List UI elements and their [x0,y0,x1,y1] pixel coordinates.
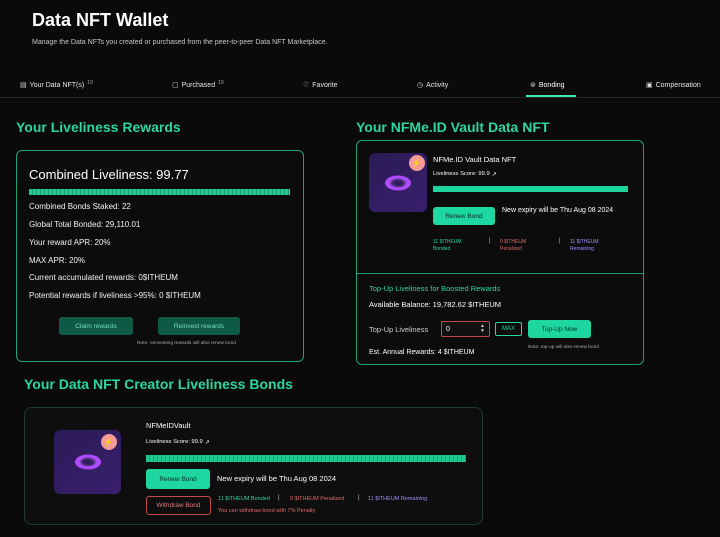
tab-bonding[interactable]: ⊚ Bonding [530,81,565,90]
topup-input-value: 0 [446,325,450,333]
vault-expiry: New expiry will be Thu Aug 08 2024 [502,207,614,214]
tab-favorite[interactable]: ♡ Favorite [303,81,338,90]
reward-line: Your reward APR: 20% [29,238,111,247]
vault-heading: Your NFMe.ID Vault Data NFT [356,119,550,135]
combined-progress-track [29,189,291,195]
creator-heading: Your Data NFT Creator Liveliness Bonds [24,376,293,392]
topup-now-button[interactable]: Top-Up Now [528,320,591,338]
topup-input[interactable]: 0 ▲ ▼ [441,321,490,337]
remaining-label: Remaining [570,246,594,252]
vault-nft-image: ⚡ [369,153,427,212]
lightning-icon: ⚡ [101,434,117,450]
tab-label: Your Data NFT(s) [29,81,85,89]
vault-score: Liveliness Score: 99.9 ↗ [433,171,497,178]
heart-icon: ♡ [303,82,310,89]
bonded-label: Bonded [433,246,451,252]
rewards-heading: Your Liveliness Rewards [16,119,181,135]
tab-compensation[interactable]: ▣ Compensation [646,81,701,90]
creator-penalized: 0 $ITHEUM Penalized [290,496,345,502]
separator: | [358,495,360,501]
penalized-label: Penalized [500,246,522,252]
creator-bonded: 11 $ITHEUM Bonded [218,496,270,502]
combined-liveliness: Combined Liveliness: 99.77 [29,167,189,182]
creator-card: ⚡ NFMeIDVault Liveliness Score: 99.9 ↗ R… [24,407,483,525]
separator: | [278,495,280,501]
vault-progress-fill [433,186,628,192]
stepper-icon[interactable]: ▲ ▼ [480,324,485,334]
tab-count: 10 [218,80,224,86]
rewards-card: Combined Liveliness: 99.77 Combined Bond… [16,150,304,362]
page-title: Data NFT Wallet [32,10,169,30]
wallet-icon: ▣ [646,82,653,89]
vault-penalized-stat: 0 $ITHEUM Penalized [500,239,526,253]
creator-nft-image: ⚡ [54,430,121,494]
lock-icon: ⊚ [530,82,536,89]
separator: | [489,238,491,244]
reinvest-rewards-button[interactable]: Reinvest rewards [158,317,240,335]
topup-note: Note: top-up will also renew bond [528,345,599,350]
reward-line: Global Total Bonded: 29,110.01 [29,220,141,229]
creator-progress-fill [146,455,466,462]
reward-line: Potential rewards if liveliness >95%: 0 … [29,291,201,300]
withdraw-bond-button[interactable]: Withdraw Bond [146,496,211,515]
withdraw-note: You can withdraw bond with 7% Penalty [218,508,316,514]
topup-heading: Top-Up Liveliness for Boosted Rewards [369,284,501,293]
tab-label: Compensation [655,81,701,89]
nft-ring-graphic [380,172,416,193]
bonded-value: 11 $ITHEUM [433,239,462,245]
combined-progress-fill [29,189,291,195]
creator-progress-track [146,455,466,462]
annual-rewards: Est. Annual Rewards: 4 $ITHEUM [369,349,475,356]
creator-score: Liveliness Score: 99.9 ↗ [146,439,210,446]
tab-activity[interactable]: ◷ Activity [417,81,449,90]
data-icon: ▤ [20,82,27,89]
creator-expiry: New expiry will be Thu Aug 08 2024 [217,474,337,483]
tab-your-data-nfts[interactable]: ▤ Your Data NFT(s) 19 [20,80,93,89]
available-balance: Available Balance: 19,782.62 $ITHEUM [369,300,502,309]
max-button[interactable]: MAX [495,322,522,336]
tab-label: Purchased [181,81,216,89]
reinvest-note: Note: reinvesting rewards will also rene… [137,341,236,346]
penalized-value: 0 $ITHEUM [500,239,527,245]
lightning-icon: ⚡ [409,155,425,171]
creator-renew-bond-button[interactable]: Renew Bond [146,469,210,489]
reward-line: MAX APR: 20% [29,256,86,265]
clock-icon: ◷ [417,82,424,89]
creator-nft-name: NFMeIDVault [146,421,191,430]
creator-remaining: 11 $ITHEUM Remaining [368,496,428,502]
vault-nft-name: NFMe.ID Vault Data NFT [433,155,517,164]
vault-renew-bond-button[interactable]: Renew Bond [433,207,495,225]
tab-label: Activity [426,81,449,89]
creator-score-text: Liveliness Score: 99.9 [146,439,203,445]
tab-purchased[interactable]: ▢ Purchased 10 [172,80,224,89]
vault-score-text: Liveliness Score: 99.9 [433,171,490,177]
vault-divider [357,273,643,274]
external-link-icon[interactable]: ↗ [205,439,210,446]
vault-progress-track [433,186,628,192]
vault-bonded-stat: 11 $ITHEUM Bonded [433,239,462,253]
page-subtitle: Manage the Data NFTs you created or purc… [32,39,328,46]
reward-line: Combined Bonds Staked: 22 [29,202,131,211]
nft-ring-graphic [70,452,105,472]
tab-count: 19 [87,80,93,86]
vault-card: ⚡ NFMe.ID Vault Data NFT Liveliness Scor… [356,140,644,365]
tab-bar: ▤ Your Data NFT(s) 19 ▢ Purchased 10 ♡ F… [0,76,720,98]
remaining-value: 11 $ITHEUM [570,239,599,245]
tab-label: Bonding [538,81,565,89]
claim-rewards-button[interactable]: Claim rewards [59,317,133,335]
separator: | [559,238,561,244]
bag-icon: ▢ [172,82,179,89]
tab-label: Favorite [312,81,338,89]
tab-divider [0,97,720,98]
vault-remaining-stat: 11 $ITHEUM Remaining [570,239,599,253]
active-tab-indicator [526,95,576,97]
topup-label: Top-Up Liveliness [369,325,429,334]
reward-line: Current accumulated rewards: 0$ITHEUM [29,273,178,282]
external-link-icon[interactable]: ↗ [492,171,497,178]
